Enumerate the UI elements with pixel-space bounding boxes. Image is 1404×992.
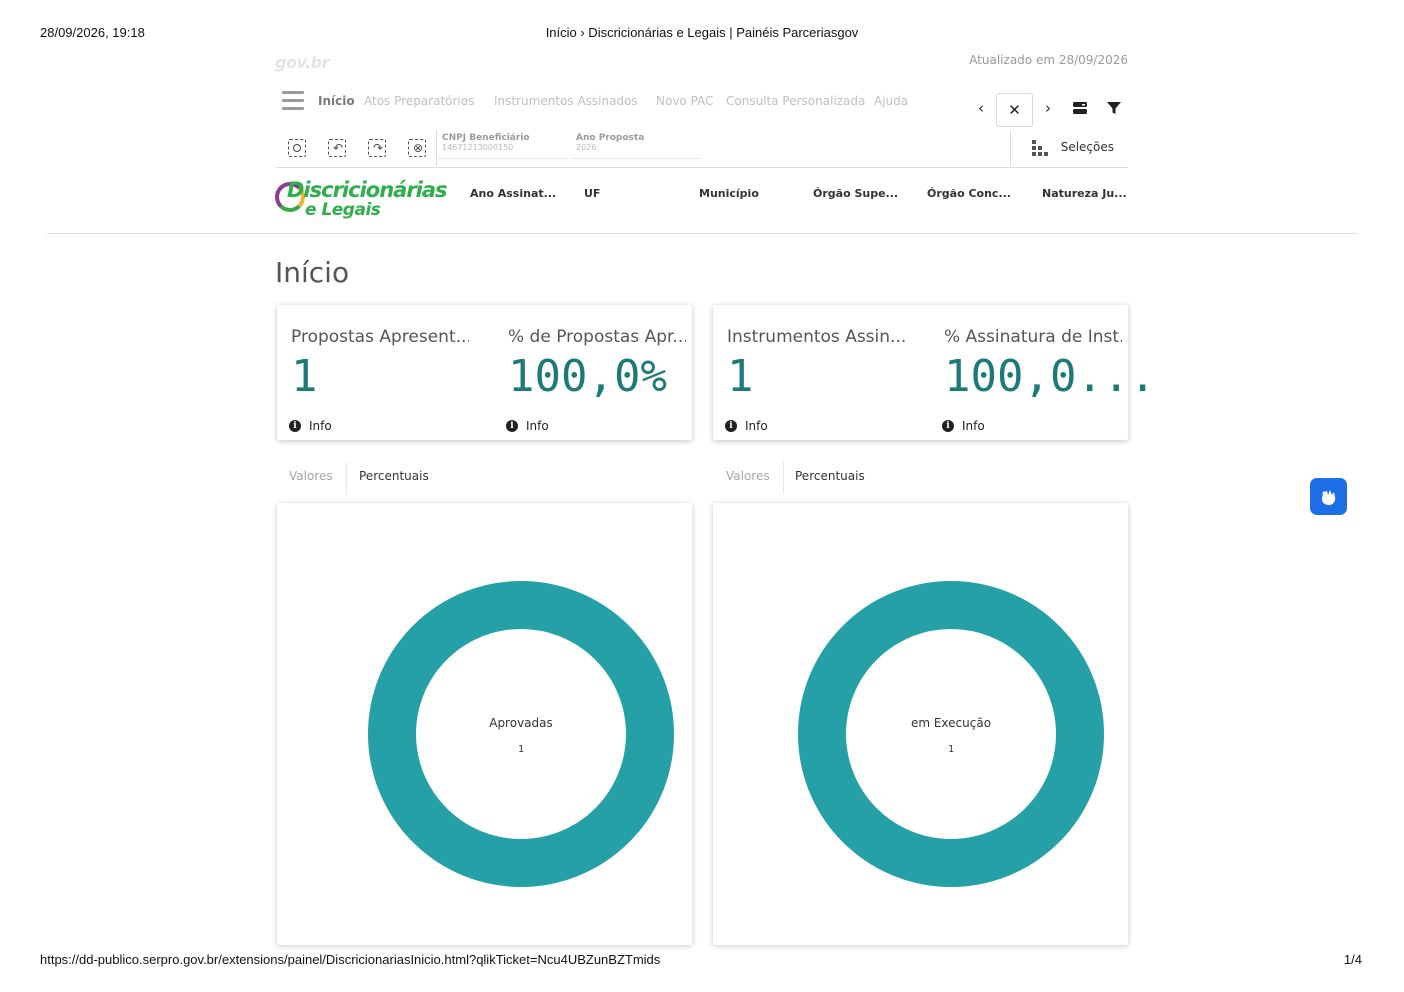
- chart-card-instrumentos: em Execução 1: [713, 503, 1128, 945]
- kpi-info-button[interactable]: i Info: [942, 419, 985, 433]
- kpi-value: 1: [727, 351, 754, 402]
- donut-slice-aprovadas[interactable]: [368, 581, 674, 887]
- selection-toolbar: ↶ ↷ ⊗ CNPJ Beneficiário 14671213000150 A…: [276, 130, 1128, 168]
- logo-line2: e Legais: [305, 200, 381, 220]
- header-divider: [47, 233, 1357, 234]
- selection-field-value: 14671213000150: [442, 143, 514, 152]
- smart-search-icon[interactable]: [288, 139, 306, 157]
- kpi-info-button[interactable]: i Info: [506, 419, 549, 433]
- bookmark-icon[interactable]: [1064, 92, 1096, 124]
- tab-divider: [783, 462, 784, 494]
- kpi-percent-propostas: % de Propostas Apr... 100,0% i Info: [494, 305, 686, 440]
- filter-ano-assinatura[interactable]: Ano Assinat...: [470, 187, 556, 200]
- main-nav: Início Atos Preparatórios Instrumentos A…: [276, 88, 1128, 128]
- step-forward-icon[interactable]: ↷: [368, 139, 386, 157]
- info-label: Info: [309, 419, 332, 433]
- nav-item-inicio[interactable]: Início: [318, 94, 355, 108]
- page-title: Início: [275, 256, 350, 289]
- kpi-value: 100,0...: [944, 351, 1156, 402]
- kpi-propostas-apresentadas: Propostas Apresent... 1 i Info: [277, 305, 469, 440]
- tab-divider: [346, 462, 347, 494]
- donut-center-value: 1: [948, 744, 954, 755]
- step-back-icon[interactable]: ↶: [328, 139, 346, 157]
- toolbar-divider: [1010, 130, 1011, 166]
- kpi-title: % de Propostas Apr...: [508, 327, 686, 347]
- tab-percentuais[interactable]: Percentuais: [359, 469, 429, 483]
- toolbar-divider: [436, 130, 437, 166]
- info-icon: i: [942, 420, 954, 432]
- nav-item-consulta-personalizada[interactable]: Consulta Personalizada: [726, 94, 865, 108]
- filter-icon[interactable]: [1098, 92, 1130, 124]
- chevron-left-icon[interactable]: ‹: [965, 92, 997, 124]
- filter-orgao-concedente[interactable]: Órgão Conc...: [927, 187, 1011, 200]
- kpi-percent-assinatura: % Assinatura de Inst... 100,0... i Info: [930, 305, 1156, 440]
- selection-field-label: Ano Proposta: [576, 133, 645, 143]
- chevron-right-icon[interactable]: ›: [1032, 92, 1064, 124]
- kpi-title: % Assinatura de Inst...: [944, 327, 1122, 347]
- filter-uf[interactable]: UF: [584, 187, 600, 200]
- kpi-title: Propostas Apresent...: [291, 327, 469, 347]
- clear-all-icon[interactable]: ⊗: [408, 139, 426, 157]
- filter-orgao-superior[interactable]: Órgão Supe...: [813, 187, 898, 200]
- donut-chart-aprovadas: Aprovadas 1: [368, 581, 674, 887]
- info-icon: i: [506, 420, 518, 432]
- selection-field-value: 2026: [576, 143, 597, 152]
- donut-slice-em-execução[interactable]: [798, 581, 1104, 887]
- kpi-value: 100,0%: [508, 351, 667, 402]
- nav-item-novo-pac[interactable]: Novo PAC: [656, 94, 713, 108]
- info-icon: i: [725, 420, 737, 432]
- kpi-info-button[interactable]: i Info: [289, 419, 332, 433]
- chart-tabs-left: Valores Percentuais: [276, 462, 691, 494]
- nav-item-instrumentos-assinados[interactable]: Instrumentos Assinados: [494, 94, 638, 108]
- kpi-title: Instrumentos Assin...: [727, 327, 905, 347]
- donut-center-label: em Execução: [911, 716, 991, 730]
- nav-item-atos-preparatorios[interactable]: Atos Preparatórios: [364, 94, 474, 108]
- kpi-info-button[interactable]: i Info: [725, 419, 768, 433]
- gov-br-logo[interactable]: gov.br: [275, 53, 330, 72]
- brand-filter-row: Discricionárias e Legais Ano Assinat... …: [275, 172, 1128, 228]
- selections-grid-icon[interactable]: [1032, 140, 1048, 156]
- discricionarias-logo: Discricionárias e Legais: [275, 174, 448, 224]
- chart-card-propostas: Aprovadas 1: [277, 503, 692, 945]
- selection-field-label: CNPJ Beneficiário: [442, 133, 530, 143]
- tab-percentuais[interactable]: Percentuais: [795, 469, 865, 483]
- selection-cnpj-beneficiario[interactable]: CNPJ Beneficiário 14671213000150: [438, 133, 568, 159]
- tab-valores[interactable]: Valores: [726, 469, 770, 483]
- selections-button[interactable]: Seleções: [1061, 140, 1114, 154]
- kpi-card-propostas: Propostas Apresent... 1 i Info % de Propo…: [277, 305, 692, 440]
- nav-item-ajuda[interactable]: Ajuda: [874, 94, 908, 108]
- clear-selections-button[interactable]: ✕: [996, 93, 1033, 127]
- kpi-card-instrumentos: Instrumentos Assin... 1 i Info % Assinatu…: [713, 305, 1156, 440]
- logo-line1: Discricionárias: [287, 178, 448, 202]
- kpi-instrumentos-assinados: Instrumentos Assin... 1 i Info: [713, 305, 905, 440]
- filter-natureza-juridica[interactable]: Natureza Ju...: [1042, 187, 1127, 200]
- filter-municipio[interactable]: Município: [699, 187, 759, 200]
- donut-center-value: 1: [518, 744, 524, 755]
- donut-chart-em-execucao: em Execução 1: [798, 581, 1104, 887]
- print-url: https://dd-publico.serpro.gov.br/extensi…: [40, 952, 661, 967]
- info-label: Info: [526, 419, 549, 433]
- updated-date: Atualizado em 28/09/2026: [969, 53, 1128, 67]
- info-label: Info: [962, 419, 985, 433]
- print-page-title: Início › Discricionárias e Legais | Pain…: [545, 25, 859, 40]
- menu-icon[interactable]: [282, 91, 304, 111]
- kpi-value: 1: [291, 351, 318, 402]
- info-icon: i: [289, 420, 301, 432]
- chart-tabs-right: Valores Percentuais: [713, 462, 1128, 494]
- sign-language-icon[interactable]: [1310, 478, 1347, 515]
- selection-ano-proposta[interactable]: Ano Proposta 2026: [572, 133, 702, 159]
- tab-valores[interactable]: Valores: [289, 469, 333, 483]
- info-label: Info: [745, 419, 768, 433]
- print-page-number: 1/4: [1343, 952, 1362, 967]
- donut-center-label: Aprovadas: [489, 716, 553, 730]
